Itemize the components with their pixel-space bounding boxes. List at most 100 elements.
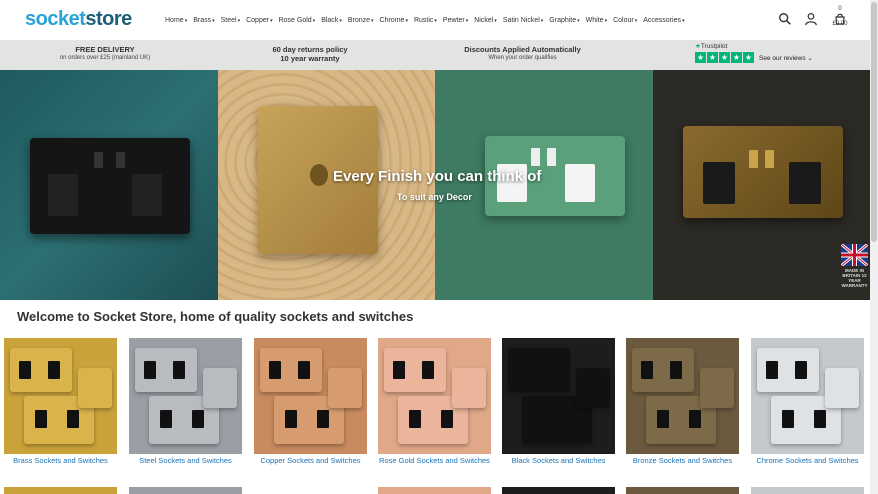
socket-outlet bbox=[641, 361, 654, 380]
union-flag-icon bbox=[841, 244, 868, 266]
socket-outlet bbox=[702, 162, 735, 204]
nav-item-rose-gold[interactable]: Rose Gold▾ bbox=[279, 17, 316, 24]
product-name-link[interactable]: Bronze Sockets and Switches bbox=[626, 456, 739, 466]
product-name-link[interactable]: Steel Sockets and Switches bbox=[129, 456, 242, 466]
trustpilot-widget[interactable]: ★Trustpilot ★ ★ ★ ★ ★ See our reviews ⌄ bbox=[695, 42, 813, 63]
user-icon[interactable] bbox=[804, 12, 818, 26]
socket-outlet bbox=[34, 410, 47, 429]
product-card-partial[interactable] bbox=[129, 487, 242, 494]
socket-outlet bbox=[766, 361, 779, 380]
socket-outlet bbox=[173, 361, 186, 380]
nav-item-brass[interactable]: Brass▾ bbox=[193, 17, 214, 24]
socket-switch bbox=[748, 150, 758, 168]
hero-subtitle: To suit any Decor bbox=[397, 192, 472, 202]
nav-item-pewter[interactable]: Pewter▾ bbox=[443, 17, 468, 24]
product-card-partial[interactable] bbox=[378, 487, 491, 494]
product-card[interactable]: Chrome Sockets and Switches bbox=[751, 338, 864, 466]
chevron-down-icon: ▾ bbox=[465, 18, 469, 24]
nav-item-chrome[interactable]: Chrome▾ bbox=[380, 17, 408, 24]
nav-item-rustic[interactable]: Rustic▾ bbox=[414, 17, 437, 24]
cart-button[interactable]: 0 £0.00 bbox=[830, 6, 850, 27]
nav-item-label: Colour bbox=[613, 17, 634, 24]
site-logo[interactable]: socketstore bbox=[25, 8, 132, 31]
socket-plate bbox=[10, 348, 72, 392]
nav-item-bronze[interactable]: Bronze▾ bbox=[348, 17, 374, 24]
socket-outlet bbox=[656, 410, 669, 429]
nav-item-nickel[interactable]: Nickel▾ bbox=[474, 17, 497, 24]
product-card-partial[interactable] bbox=[751, 487, 864, 494]
product-name-link[interactable]: Rose Gold Sockets and Switches bbox=[378, 456, 491, 466]
delivery-sub: on orders over £25 (mainland UK) bbox=[59, 55, 151, 61]
product-card[interactable]: Steel Sockets and Switches bbox=[129, 338, 242, 466]
switch-plate bbox=[328, 368, 362, 408]
product-image[interactable] bbox=[4, 338, 117, 454]
returns-sub: 10 year warranty bbox=[280, 54, 340, 63]
star-icon: ★ bbox=[743, 52, 754, 63]
nav-item-copper[interactable]: Copper▾ bbox=[246, 17, 272, 24]
product-name-link[interactable]: Copper Sockets and Switches bbox=[254, 456, 367, 466]
product-card[interactable]: Copper Sockets and Switches bbox=[254, 338, 367, 466]
product-name-link[interactable]: Chrome Sockets and Switches bbox=[751, 456, 864, 466]
nav-item-satin-nickel[interactable]: Satin Nickel▾ bbox=[503, 17, 543, 24]
switch-plate bbox=[576, 368, 610, 408]
product-card[interactable]: Black Sockets and Switches bbox=[502, 338, 615, 466]
chevron-down-icon: ▾ bbox=[237, 18, 241, 24]
hero-panel-antique-brass: MADE IN BRITAIN 12 YEAR WARRANTY bbox=[652, 70, 870, 300]
socket-outlet bbox=[317, 410, 330, 429]
product-card-partial[interactable] bbox=[4, 487, 117, 494]
chevron-down-icon: ▾ bbox=[270, 18, 273, 24]
product-image[interactable] bbox=[751, 338, 864, 454]
dimmer-knob bbox=[309, 164, 328, 186]
cart-icon bbox=[835, 13, 845, 25]
scrollbar-thumb[interactable] bbox=[871, 2, 877, 242]
search-icon[interactable] bbox=[778, 12, 792, 26]
socket-outlet bbox=[408, 410, 421, 429]
socket-outlet bbox=[517, 361, 530, 380]
product-image[interactable] bbox=[626, 338, 739, 454]
nav-item-steel[interactable]: Steel▾ bbox=[221, 17, 240, 24]
product-image[interactable] bbox=[502, 338, 615, 454]
switch-plate bbox=[700, 368, 734, 408]
product-name-link[interactable]: Black Sockets and Switches bbox=[502, 456, 615, 466]
see-reviews-link[interactable]: See our reviews ⌄ bbox=[759, 54, 813, 62]
discounts-sub: When your order qualifies bbox=[488, 55, 557, 61]
socket-outlet bbox=[298, 361, 311, 380]
nav-item-home[interactable]: Home▾ bbox=[165, 17, 187, 24]
nav-item-colour[interactable]: Colour▾ bbox=[613, 17, 637, 24]
logo-socket-text: socket bbox=[25, 8, 86, 30]
nav-item-black[interactable]: Black▾ bbox=[321, 17, 342, 24]
made-in-britain-badge: MADE IN BRITAIN 12 YEAR WARRANTY bbox=[841, 244, 868, 294]
star-icon: ★ bbox=[731, 52, 742, 63]
nav-item-label: Chrome bbox=[379, 17, 405, 24]
cart-count: 0 bbox=[838, 6, 842, 12]
chevron-down-icon: ▾ bbox=[494, 18, 497, 24]
socket-plate bbox=[632, 348, 694, 392]
product-image[interactable] bbox=[129, 338, 242, 454]
nav-item-graphite[interactable]: Graphite▾ bbox=[549, 17, 579, 24]
nav-item-label: Pewter bbox=[442, 17, 465, 24]
switch-plate bbox=[452, 368, 486, 408]
chevron-down-icon: ▾ bbox=[577, 18, 580, 24]
socket-outlet bbox=[67, 410, 80, 429]
product-card[interactable]: Bronze Sockets and Switches bbox=[626, 338, 739, 466]
product-image[interactable] bbox=[378, 338, 491, 454]
product-card-partial[interactable] bbox=[626, 487, 739, 494]
nav-item-white[interactable]: White▾ bbox=[586, 17, 607, 24]
nav-item-label: Accessories bbox=[643, 17, 681, 24]
chevron-down-icon: ▾ bbox=[405, 18, 408, 24]
chevron-down-icon: ▾ bbox=[634, 18, 638, 24]
socket-outlet bbox=[814, 410, 827, 429]
socket-plate bbox=[757, 348, 819, 392]
socket-switch bbox=[764, 150, 774, 168]
nav-item-accessories[interactable]: Accessories▾ bbox=[643, 17, 684, 24]
product-card[interactable]: Brass Sockets and Switches bbox=[4, 338, 117, 466]
product-name-link[interactable]: Brass Sockets and Switches bbox=[4, 456, 117, 466]
hero-banner[interactable]: MADE IN BRITAIN 12 YEAR WARRANTY Every F… bbox=[0, 70, 870, 300]
product-image[interactable] bbox=[254, 338, 367, 454]
page-scrollbar[interactable] bbox=[870, 0, 878, 494]
nav-item-label: Black bbox=[321, 17, 339, 24]
discounts-info: Discounts Applied Automatically When you… bbox=[455, 45, 590, 61]
product-card-partial[interactable] bbox=[502, 487, 615, 494]
product-card[interactable]: Rose Gold Sockets and Switches bbox=[378, 338, 491, 466]
logo-store-text: store bbox=[85, 8, 132, 30]
